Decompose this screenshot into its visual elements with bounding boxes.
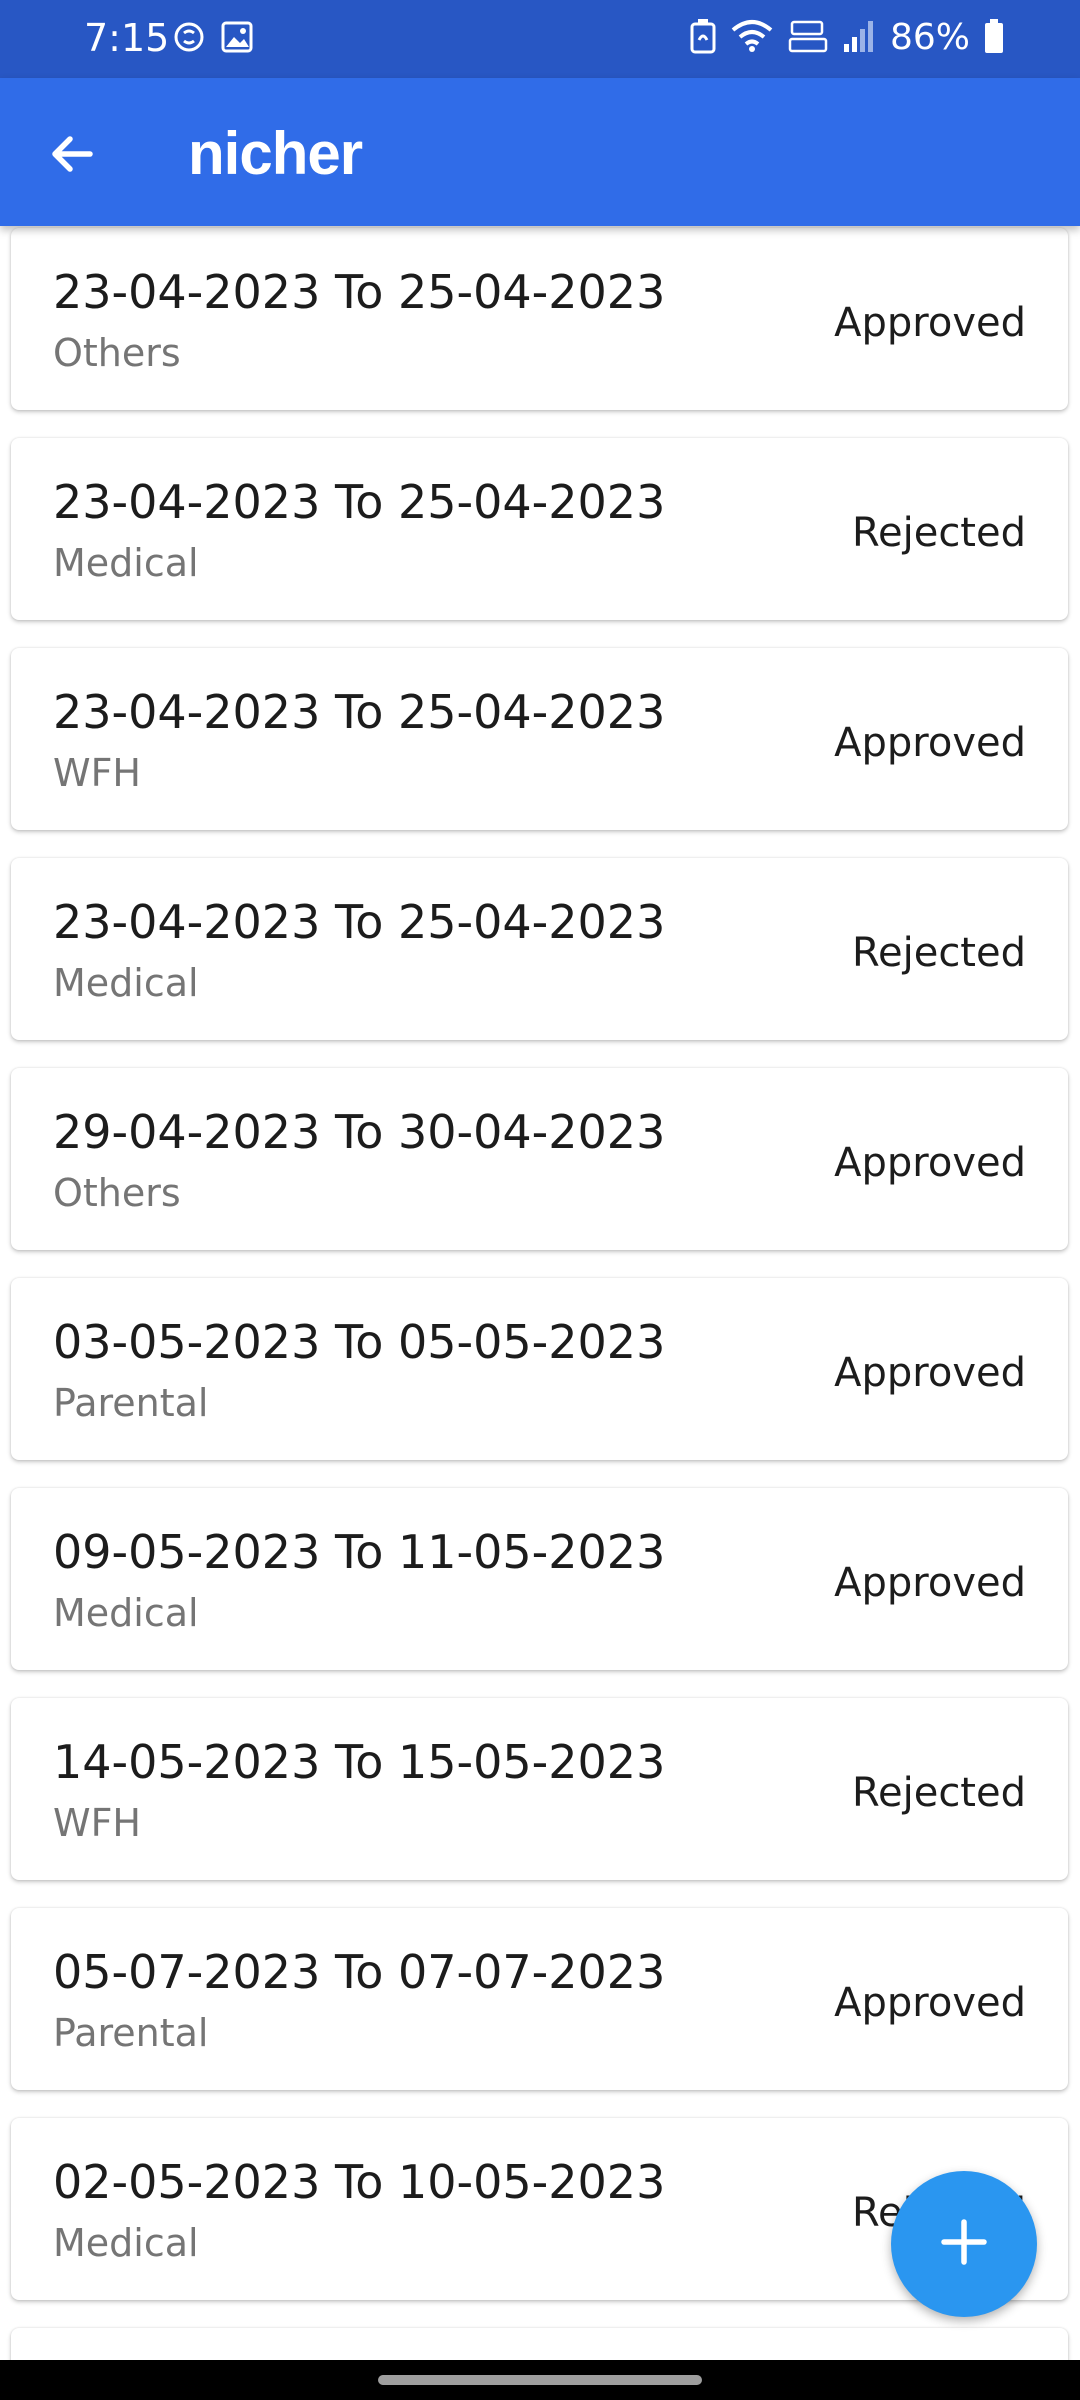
leave-status: Approved <box>834 720 1026 766</box>
leave-type: Parental <box>53 1381 209 1425</box>
leave-card[interactable]: 23-04-2023 To 25-04-2023 Medical Rejecte… <box>11 858 1068 1040</box>
leave-dates: 14-05-2023 To 15-05-2023 <box>53 1735 666 1789</box>
system-nav-bar <box>0 2360 1080 2400</box>
leave-card[interactable]: 29-04-2023 To 30-04-2023 Others Approved <box>11 1068 1068 1250</box>
battery-saver-icon <box>690 18 716 58</box>
leave-card[interactable]: 23-04-2023 To 25-04-2023 WFH Approved <box>11 648 1068 830</box>
leave-card[interactable]: 09-05-2023 To 11-05-2023 Medical Approve… <box>11 1488 1068 1670</box>
leave-dates: 02-05-2023 To 10-05-2023 <box>53 2155 666 2209</box>
leave-status: Rejected <box>851 930 1026 976</box>
status-time: 7:15 <box>84 16 170 60</box>
status-right-icons: 86% <box>690 14 1004 62</box>
back-button[interactable] <box>34 118 110 194</box>
leave-dates: 03-05-2023 To 05-05-2023 <box>53 1315 666 1369</box>
leave-card[interactable]: 14-05-2023 To 15-05-2023 WFH Rejected <box>11 1698 1068 1880</box>
leave-card[interactable]: 05-07-2023 To 07-07-2023 Parental Approv… <box>11 1908 1068 2090</box>
battery-icon <box>984 18 1004 58</box>
status-left-icons <box>172 20 254 58</box>
leave-list[interactable]: 23-04-2023 To 25-04-2023 Others Approved… <box>0 226 1080 2360</box>
leave-dates: 09-05-2023 To 11-05-2023 <box>53 1525 666 1579</box>
battery-percentage: 86% <box>889 17 970 58</box>
leave-dates: 23-04-2023 To 25-04-2023 <box>53 685 666 739</box>
leave-card[interactable]: 03-05-2023 To 05-05-2023 Parental Approv… <box>11 1278 1068 1460</box>
leave-status: Approved <box>834 1140 1026 1186</box>
status-bar: 7:15 86% <box>0 0 1080 78</box>
leave-type: Others <box>53 1171 181 1215</box>
leave-dates: 23-04-2023 To 25-04-2023 <box>53 895 666 949</box>
leave-card[interactable] <box>11 2328 1068 2360</box>
app-bar: nicher <box>0 78 1080 226</box>
leave-dates: 23-04-2023 To 25-04-2023 <box>53 475 666 529</box>
home-gesture-handle[interactable] <box>378 2375 702 2385</box>
leave-status: Rejected <box>851 510 1026 556</box>
leave-card[interactable]: 23-04-2023 To 25-04-2023 Medical Rejecte… <box>11 438 1068 620</box>
leave-card[interactable]: 23-04-2023 To 25-04-2023 Others Approved <box>11 228 1068 410</box>
wifi-icon <box>730 18 774 58</box>
leave-type: Medical <box>53 541 199 585</box>
leave-type: Medical <box>53 2221 199 2265</box>
leave-status: Approved <box>834 1560 1026 1606</box>
plus-icon <box>938 2216 990 2272</box>
leave-status: Approved <box>834 300 1026 346</box>
signal-icon <box>842 18 876 58</box>
leave-status: Approved <box>834 1980 1026 2026</box>
leave-status: Approved <box>834 1350 1026 1396</box>
add-leave-button[interactable] <box>891 2171 1037 2317</box>
image-icon <box>220 20 254 58</box>
leave-dates: 05-07-2023 To 07-07-2023 <box>53 1945 666 1999</box>
volte-icon <box>788 18 828 58</box>
leave-type: WFH <box>53 1801 142 1845</box>
leave-dates: 29-04-2023 To 30-04-2023 <box>53 1105 666 1159</box>
leave-type: Parental <box>53 2011 209 2055</box>
arrow-left-icon <box>48 130 96 182</box>
leave-type: WFH <box>53 751 142 795</box>
leave-dates: 23-04-2023 To 25-04-2023 <box>53 265 666 319</box>
leave-type: Medical <box>53 1591 199 1635</box>
leave-type: Others <box>53 331 181 375</box>
leave-type: Medical <box>53 961 199 1005</box>
page-title: nicher <box>188 120 363 187</box>
leave-status: Rejected <box>851 1770 1026 1816</box>
sync-badge-icon <box>172 20 206 58</box>
